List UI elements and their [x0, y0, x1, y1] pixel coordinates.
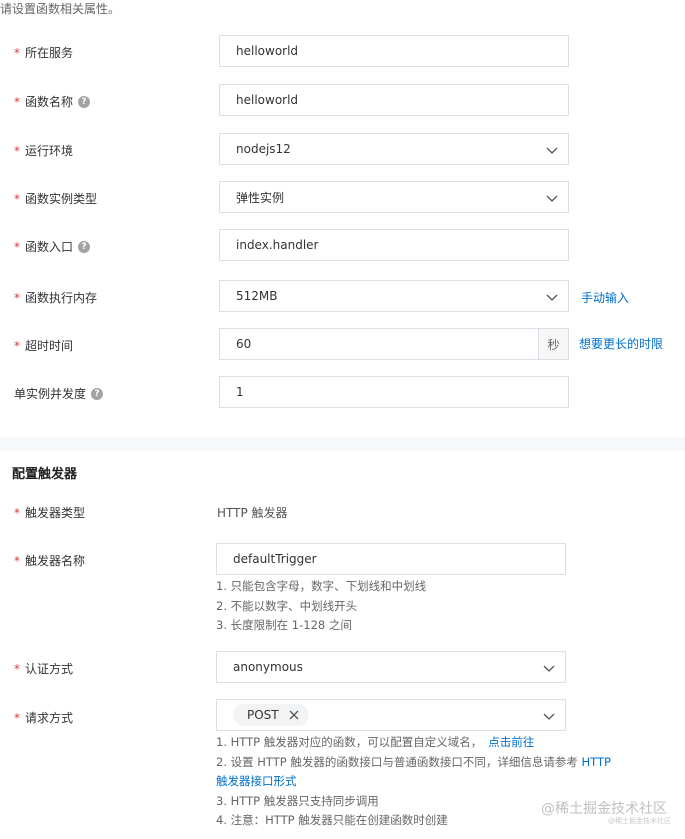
required-mark: *: [14, 290, 20, 305]
runtime-label: * 运行环境: [14, 142, 73, 159]
trigger-name-label-text: 触发器名称: [25, 554, 86, 568]
note-line: 2. 不能以数字、中划线开头: [216, 598, 358, 613]
required-mark: *: [14, 553, 20, 568]
service-label: * 所在服务: [14, 44, 73, 61]
instance-type-label-text: 函数实例类型: [25, 192, 98, 206]
note-line: 2. 设置 HTTP 触发器的函数接口与普通函数接口不同，详细信息请参考 HTT…: [216, 753, 611, 773]
chevron-down-icon: [546, 147, 558, 154]
chevron-down-icon: [546, 195, 558, 202]
required-mark: *: [14, 94, 20, 109]
trigger-name-input[interactable]: defaultTrigger: [216, 543, 566, 575]
required-mark: *: [14, 505, 20, 520]
trigger-type-label-text: 触发器类型: [25, 506, 86, 520]
form-hint: 请设置函数相关属性。: [0, 2, 121, 16]
timeout-label: * 超时时间: [14, 337, 73, 354]
trigger-name-notes: 1. 只能包含字母，数字、下划线和中划线 2. 不能以数字、中划线开头 3. 长…: [216, 577, 426, 636]
function-name-input-value: helloworld: [236, 93, 299, 107]
instance-type-select-value: 弹性实例: [236, 190, 285, 205]
http-interface-link[interactable]: HTTP: [582, 755, 611, 769]
timeout-input[interactable]: 60: [219, 328, 539, 360]
required-mark: *: [14, 143, 20, 158]
auth-label: * 认证方式: [14, 660, 73, 677]
timeout-unit: 秒: [539, 328, 569, 360]
note-line: 1. 只能包含字母，数字、下划线和中划线: [216, 579, 427, 593]
concurrency-label: 单实例并发度 ?: [14, 385, 104, 402]
close-icon[interactable]: [289, 710, 299, 720]
note-text: 2. 设置 HTTP 触发器的函数接口与普通函数接口不同，详细信息请参考: [216, 754, 582, 769]
note-line: 触发器接口形式: [216, 772, 611, 792]
method-tag-label: POST: [247, 708, 279, 722]
service-input-value: helloworld: [236, 44, 299, 58]
required-mark: *: [14, 45, 20, 60]
goto-link[interactable]: 点击前往: [488, 735, 534, 749]
note-line: 1. HTTP 触发器对应的函数，可以配置自定义域名， 点击前往: [216, 733, 611, 753]
method-tag[interactable]: POST: [233, 704, 309, 726]
trigger-name-input-value: defaultTrigger: [233, 552, 317, 566]
handler-label-text: 函数入口: [25, 240, 74, 254]
required-mark: *: [14, 338, 20, 353]
function-name-label-text: 函数名称: [25, 95, 74, 109]
handler-label: * 函数入口 ?: [14, 238, 91, 255]
longer-timeout-link[interactable]: 想要更长的时限: [579, 335, 663, 352]
runtime-select[interactable]: nodejs12: [219, 133, 569, 165]
help-icon[interactable]: ?: [78, 240, 91, 253]
memory-label-text: 函数执行内存: [25, 291, 98, 305]
help-icon[interactable]: ?: [91, 387, 104, 400]
function-name-input[interactable]: helloworld: [219, 84, 569, 116]
auth-select[interactable]: anonymous: [216, 651, 566, 683]
required-mark: *: [14, 710, 20, 725]
section-divider: [0, 437, 685, 451]
trigger-type-label: * 触发器类型: [14, 504, 85, 521]
chevron-down-icon: [546, 294, 558, 301]
note-text: 1. HTTP 触发器对应的函数，可以配置自定义域名，: [216, 735, 483, 749]
required-mark: *: [14, 239, 20, 254]
trigger-name-label: * 触发器名称: [14, 552, 85, 569]
service-input[interactable]: helloworld: [219, 35, 569, 67]
trigger-section-title: 配置触发器: [12, 467, 78, 482]
concurrency-input[interactable]: 1: [219, 376, 569, 408]
method-label: * 请求方式: [14, 709, 73, 726]
concurrency-label-text: 单实例并发度: [14, 387, 87, 401]
help-icon[interactable]: ?: [78, 95, 91, 108]
timeout-label-text: 超时时间: [25, 339, 74, 353]
timeout-input-value: 60: [236, 337, 252, 351]
watermark: @稀土掘金技术社区: [541, 801, 667, 817]
trigger-type-value: HTTP 触发器: [217, 506, 288, 520]
chevron-down-icon: [543, 665, 555, 672]
method-multiselect[interactable]: POST: [216, 699, 566, 731]
runtime-select-value: nodejs12: [236, 142, 291, 156]
auth-select-value: anonymous: [233, 660, 303, 674]
required-mark: *: [14, 191, 20, 206]
chevron-down-icon: [543, 713, 555, 720]
instance-type-label: * 函数实例类型: [14, 190, 97, 207]
note-line: 3. 长度限制在 1-128 之间: [216, 618, 352, 632]
handler-input-value: index.handler: [236, 238, 319, 252]
memory-select[interactable]: 512MB: [219, 280, 569, 312]
function-name-label: * 函数名称 ?: [14, 93, 91, 110]
watermark-sub: @稀土掘金技术社区: [608, 817, 671, 825]
auth-label-text: 认证方式: [25, 662, 74, 676]
handler-input[interactable]: index.handler: [219, 229, 569, 261]
memory-select-value: 512MB: [236, 289, 278, 303]
concurrency-input-value: 1: [236, 385, 244, 399]
manual-input-link[interactable]: 手动输入: [581, 289, 629, 306]
memory-label: * 函数执行内存: [14, 289, 97, 306]
service-label-text: 所在服务: [25, 46, 74, 60]
required-mark: *: [14, 661, 20, 676]
runtime-label-text: 运行环境: [25, 144, 74, 158]
instance-type-select[interactable]: 弹性实例: [219, 181, 569, 213]
http-interface-link-cont[interactable]: 触发器接口形式: [216, 774, 297, 788]
method-label-text: 请求方式: [25, 711, 74, 725]
